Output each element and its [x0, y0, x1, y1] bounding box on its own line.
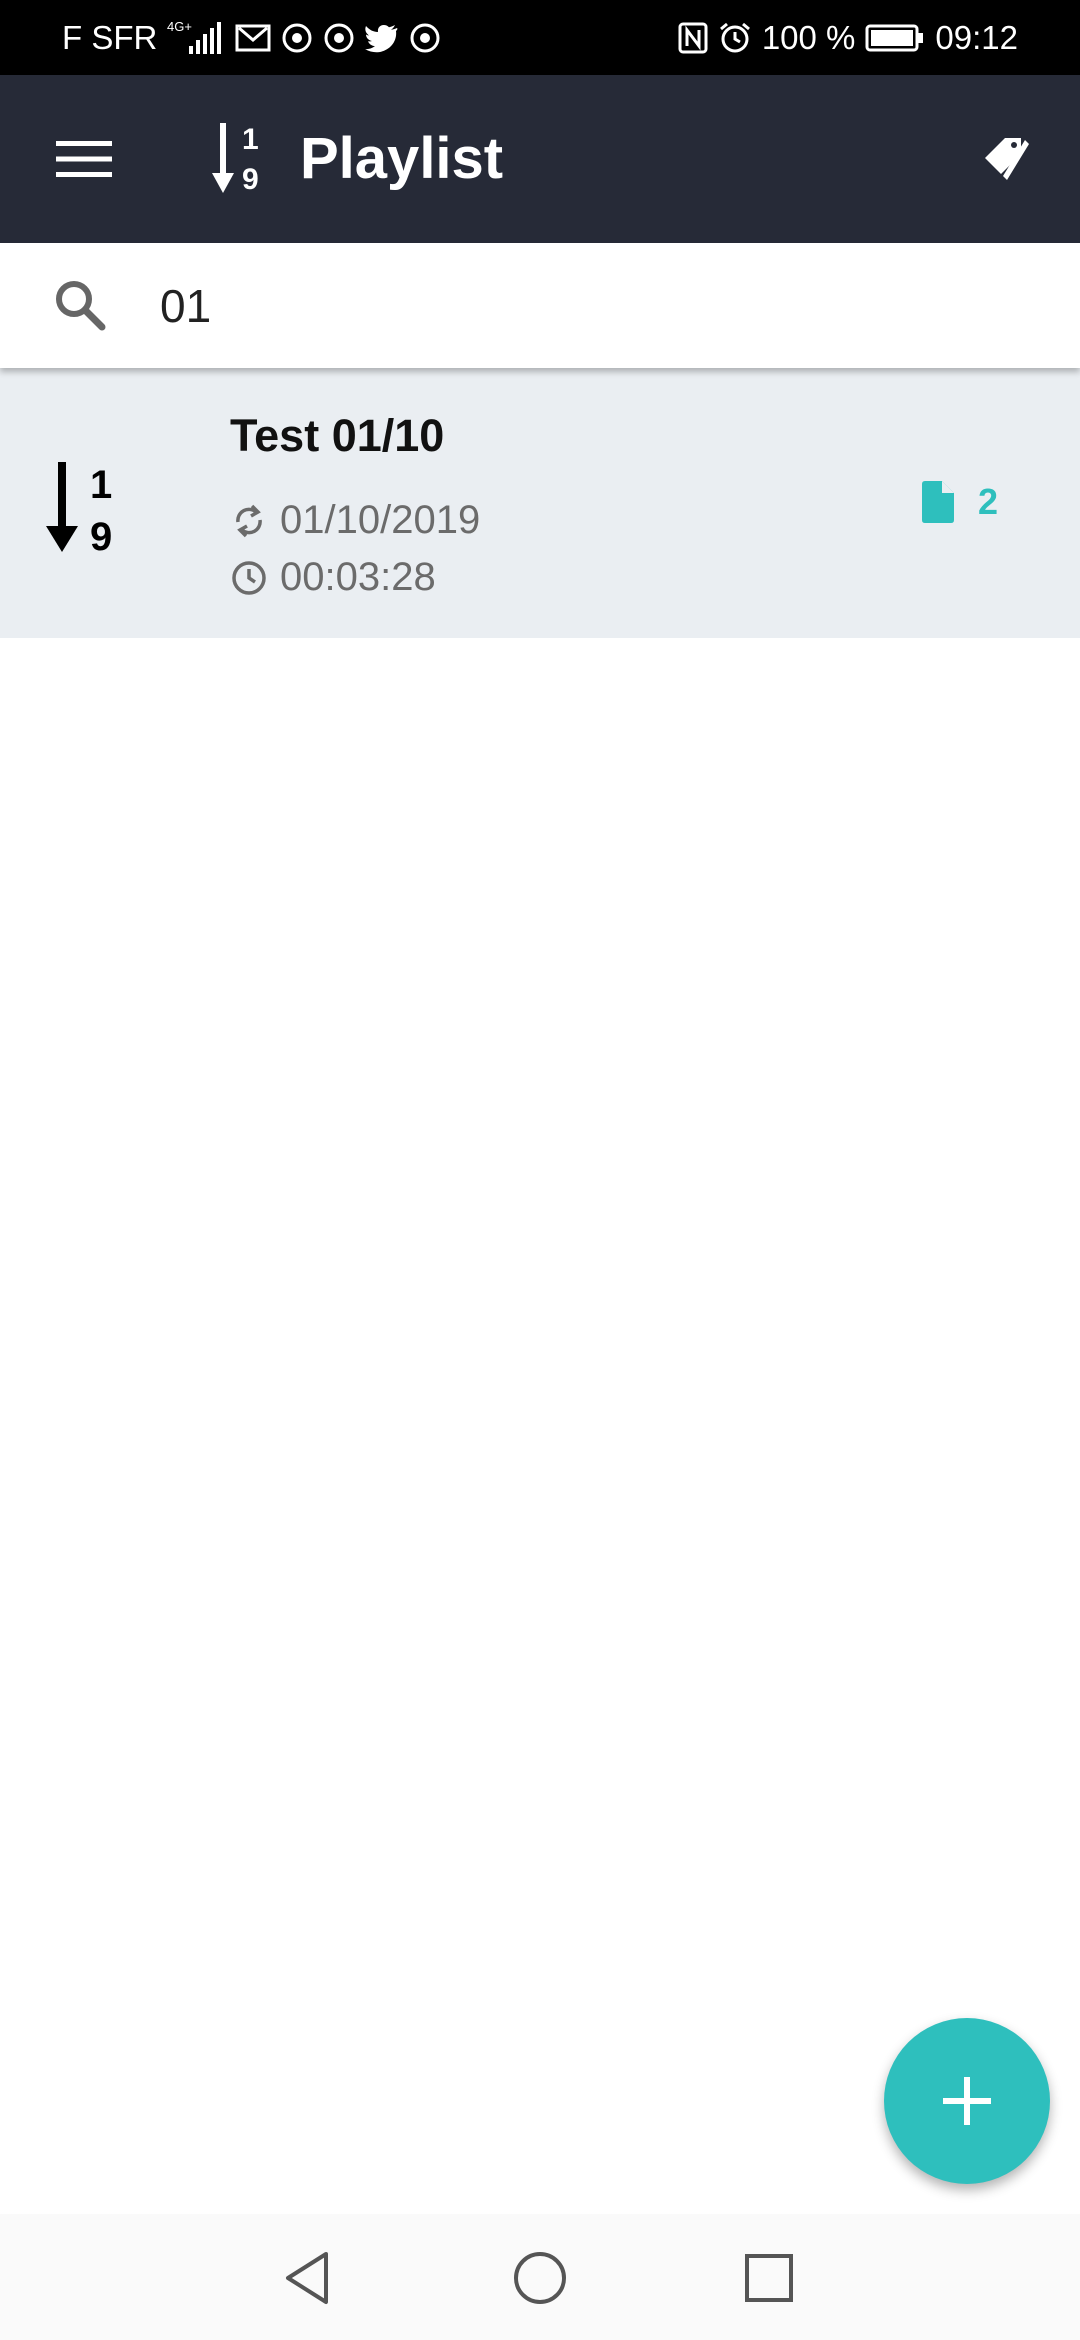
- playlist-list: 1 9 Test 01/10 01/10/2019 00:03:28 2: [0, 368, 1080, 638]
- sync-icon: [236, 504, 262, 537]
- sort-numeric-icon: 1 9: [212, 123, 259, 196]
- home-icon[interactable]: [504, 2242, 576, 2314]
- svg-text:9: 9: [90, 515, 112, 558]
- app-bar: 1 9 Playlist: [0, 75, 1080, 243]
- recents-icon[interactable]: [733, 2242, 805, 2314]
- gmail-icon: [235, 23, 271, 53]
- chrome-icon: [323, 22, 355, 54]
- twitter-icon: [365, 23, 399, 53]
- battery-percent: 100 %: [761, 18, 856, 56]
- svg-text:1: 1: [90, 463, 112, 507]
- search-bar: [0, 243, 1080, 368]
- chrome-icon: [281, 22, 313, 54]
- clock: 09:12: [935, 18, 1018, 56]
- plus-icon: [943, 2077, 991, 2125]
- tags-icon[interactable]: [972, 121, 1048, 197]
- back-icon[interactable]: [272, 2242, 344, 2314]
- carrier-label: F SFR: [62, 18, 158, 56]
- search-input[interactable]: [160, 263, 1040, 348]
- signal-icon: 4G+: [167, 18, 225, 58]
- clock-icon: [232, 560, 266, 595]
- date-row: 01/10/2019: [230, 498, 480, 543]
- page-title: Playlist: [300, 126, 504, 191]
- chrome-icon: [409, 22, 441, 54]
- nfc-icon: [678, 22, 708, 54]
- playlist-title: Test 01/10: [230, 410, 445, 461]
- battery-icon: [865, 23, 925, 53]
- duration-row: 00:03:28: [230, 555, 436, 600]
- playlist-date: 01/10/2019: [280, 498, 481, 542]
- status-bar-left: F SFR 4G+: [62, 0, 441, 75]
- alarm-icon: [718, 21, 752, 55]
- navigation-bar: [0, 2214, 1080, 2340]
- playlist-duration: 00:03:28: [280, 555, 436, 599]
- svg-text:9: 9: [242, 163, 259, 196]
- network-type-label: 4G+: [167, 19, 192, 34]
- svg-text:1: 1: [242, 123, 259, 156]
- sort-numeric-icon: 1 9: [46, 462, 112, 558]
- search-icon: [56, 281, 106, 331]
- add-playlist-button[interactable]: [884, 2018, 1050, 2184]
- status-bar-right: 100 % 09:12: [678, 0, 1018, 75]
- status-bar: F SFR 4G+ 100 % 09:12: [0, 0, 1080, 75]
- file-count-badge: 2: [920, 480, 998, 524]
- list-item[interactable]: 1 9 Test 01/10 01/10/2019 00:03:28 2: [0, 368, 1080, 638]
- file-count: 2: [978, 481, 999, 522]
- file-icon: [922, 481, 954, 523]
- hamburger-menu-icon[interactable]: [46, 121, 122, 197]
